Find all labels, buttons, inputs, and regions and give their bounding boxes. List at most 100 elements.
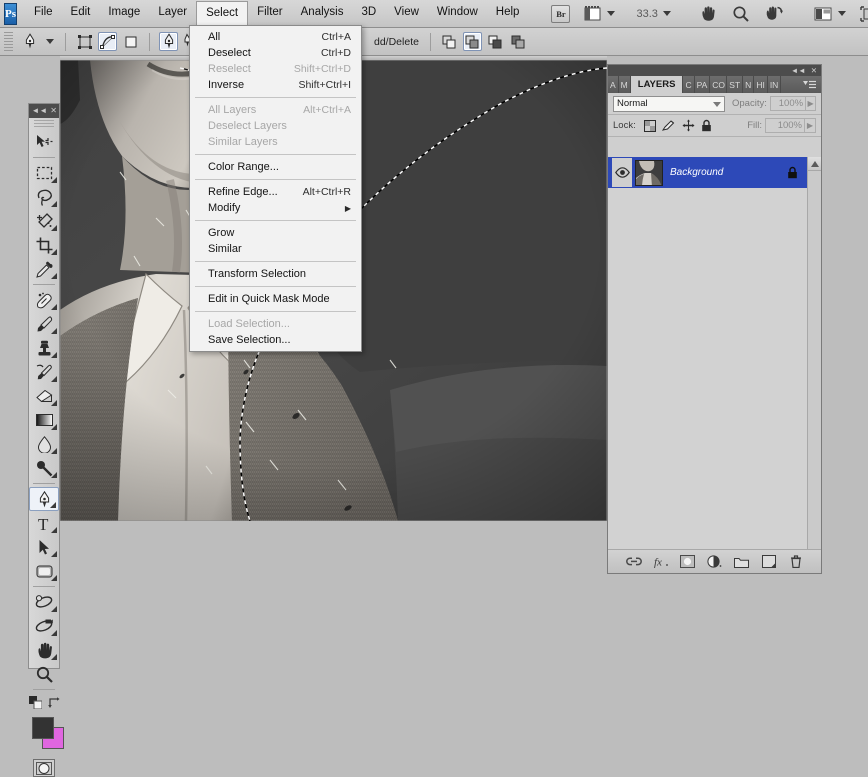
panel-tab-info[interactable]: IN (768, 76, 782, 93)
collapse-tools-icon[interactable]: ◄◄ (31, 107, 47, 115)
layer-thumbnail[interactable] (635, 160, 663, 186)
zoom-tool[interactable] (29, 662, 59, 686)
tool-flyout-triangle-icon[interactable] (51, 352, 57, 358)
scroll-up-icon[interactable] (808, 157, 821, 171)
tool-flyout-triangle-icon[interactable] (51, 424, 57, 430)
spot-healing-brush-tool[interactable] (29, 288, 59, 312)
hand-tool[interactable] (29, 638, 59, 662)
close-tools-icon[interactable]: ✕ (50, 107, 57, 115)
panel-tab-masks[interactable]: M (619, 76, 631, 93)
rotate-view-icon[interactable] (764, 5, 784, 23)
new-adjustment-layer-icon[interactable] (707, 554, 723, 570)
select-menu-dropdown[interactable]: AllCtrl+ADeselectCtrl+DReselectShift+Ctr… (189, 25, 362, 352)
select-menu-item-save-selection[interactable]: Save Selection... (190, 332, 361, 348)
layer-row[interactable]: Background (608, 157, 807, 188)
3d-camera-rotate-tool[interactable] (29, 614, 59, 638)
zoom-icon[interactable] (732, 5, 750, 23)
select-menu-item-deselect[interactable]: DeselectCtrl+D (190, 45, 361, 61)
tools-panel-header[interactable]: ◄◄ ✕ (29, 104, 59, 118)
tool-flyout-triangle-icon[interactable] (51, 225, 57, 231)
pen-tool[interactable] (29, 487, 59, 511)
menu-analysis[interactable]: Analysis (292, 2, 353, 25)
pen-tool-button[interactable] (159, 32, 178, 51)
panel-tab-color[interactable]: CO (710, 76, 727, 93)
select-menu-item-refine-edge[interactable]: Refine Edge...Alt+Ctrl+R (190, 184, 361, 200)
menu-select[interactable]: Select (196, 1, 248, 27)
tool-flyout-triangle-icon[interactable] (51, 273, 57, 279)
panel-tab-adjustments[interactable]: A (608, 76, 619, 93)
menu-filter[interactable]: Filter (248, 2, 292, 25)
pen-tool-preset-icon[interactable] (20, 32, 39, 51)
horizontal-type-tool[interactable]: T (29, 511, 59, 535)
paths-button[interactable] (98, 32, 117, 51)
panel-tab-paths[interactable]: PA (695, 76, 711, 93)
collapse-panel-icon[interactable]: ◄◄ (791, 67, 806, 75)
menu-edit[interactable]: Edit (62, 2, 100, 25)
intersect-path-areas-button[interactable] (486, 32, 505, 51)
arrange-documents-icon[interactable] (860, 6, 868, 22)
move-tool[interactable] (29, 130, 59, 154)
select-menu-item-edit-in-quick-mask-mode[interactable]: Edit in Quick Mask Mode (190, 291, 361, 307)
lock-image-pixels-icon[interactable] (662, 120, 676, 132)
clone-stamp-tool[interactable] (29, 336, 59, 360)
blend-mode-select[interactable]: Normal (613, 96, 725, 112)
foreground-color-swatch[interactable] (32, 717, 54, 739)
select-menu-item-all[interactable]: AllCtrl+A (190, 29, 361, 45)
select-menu-item-similar[interactable]: Similar (190, 241, 361, 257)
zoom-level-caret-icon[interactable] (663, 11, 671, 16)
layers-scrollbar[interactable] (807, 157, 821, 549)
eyedropper-tool[interactable] (29, 257, 59, 281)
3d-object-rotate-tool[interactable] (29, 590, 59, 614)
default-colors-icon[interactable] (29, 696, 42, 709)
panel-menu-icon[interactable] (798, 76, 821, 93)
menu-help[interactable]: Help (487, 2, 529, 25)
tool-flyout-triangle-icon[interactable] (51, 551, 57, 557)
menu-3d[interactable]: 3D (352, 2, 385, 25)
select-menu-item-transform-selection[interactable]: Transform Selection (190, 266, 361, 282)
lasso-tool[interactable] (29, 185, 59, 209)
tool-flyout-triangle-icon[interactable] (51, 630, 57, 636)
select-menu-item-modify[interactable]: Modify▶ (190, 200, 361, 216)
fill-pixels-button[interactable] (121, 32, 140, 51)
brush-tool[interactable] (29, 312, 59, 336)
tool-flyout-triangle-icon[interactable] (51, 201, 57, 207)
select-menu-item-inverse[interactable]: InverseShift+Ctrl+I (190, 77, 361, 93)
tool-flyout-triangle-icon[interactable] (50, 502, 56, 508)
dodge-tool[interactable] (29, 456, 59, 480)
options-bar-grip[interactable] (4, 32, 13, 52)
panel-tab-navigator[interactable]: N (743, 76, 754, 93)
new-layer-icon[interactable] (761, 554, 777, 570)
opacity-value[interactable]: 100% (770, 96, 806, 111)
delete-layer-icon[interactable] (788, 554, 804, 570)
fill-slider-arrow-icon[interactable]: ▶ (805, 118, 816, 133)
menu-image[interactable]: Image (99, 2, 149, 25)
blend-mode-caret-icon[interactable] (713, 102, 721, 107)
crop-tool[interactable] (29, 233, 59, 257)
path-selection-tool[interactable] (29, 535, 59, 559)
lock-transparent-pixels-icon[interactable] (644, 120, 656, 132)
tool-flyout-triangle-icon[interactable] (51, 328, 57, 334)
screen-mode-caret-icon[interactable] (838, 11, 846, 16)
lock-position-icon[interactable] (682, 119, 695, 132)
tool-flyout-triangle-icon[interactable] (51, 448, 57, 454)
menu-file[interactable]: File (25, 2, 62, 25)
select-menu-item-color-range[interactable]: Color Range... (190, 159, 361, 175)
panel-tab-styles[interactable]: ST (727, 76, 743, 93)
rectangle-shape-tool[interactable] (29, 559, 59, 583)
tool-flyout-triangle-icon[interactable] (51, 527, 57, 533)
shape-layers-button[interactable] (75, 32, 94, 51)
subtract-from-path-area-button[interactable] (463, 32, 482, 51)
tool-flyout-triangle-icon[interactable] (51, 249, 57, 255)
bridge-icon[interactable]: Br (551, 5, 570, 23)
add-layer-style-icon[interactable]: fx (653, 554, 669, 570)
view-extras-caret-icon[interactable] (607, 11, 615, 16)
add-layer-mask-icon[interactable] (680, 554, 696, 570)
history-brush-tool[interactable] (29, 360, 59, 384)
screen-mode-icon[interactable] (814, 6, 846, 22)
add-to-path-area-button[interactable] (440, 32, 459, 51)
fill-value[interactable]: 100% (765, 118, 805, 133)
tool-flyout-triangle-icon[interactable] (51, 575, 57, 581)
tool-flyout-triangle-icon[interactable] (51, 400, 57, 406)
hand-icon[interactable] (699, 5, 718, 23)
tool-flyout-triangle-icon[interactable] (51, 654, 57, 660)
